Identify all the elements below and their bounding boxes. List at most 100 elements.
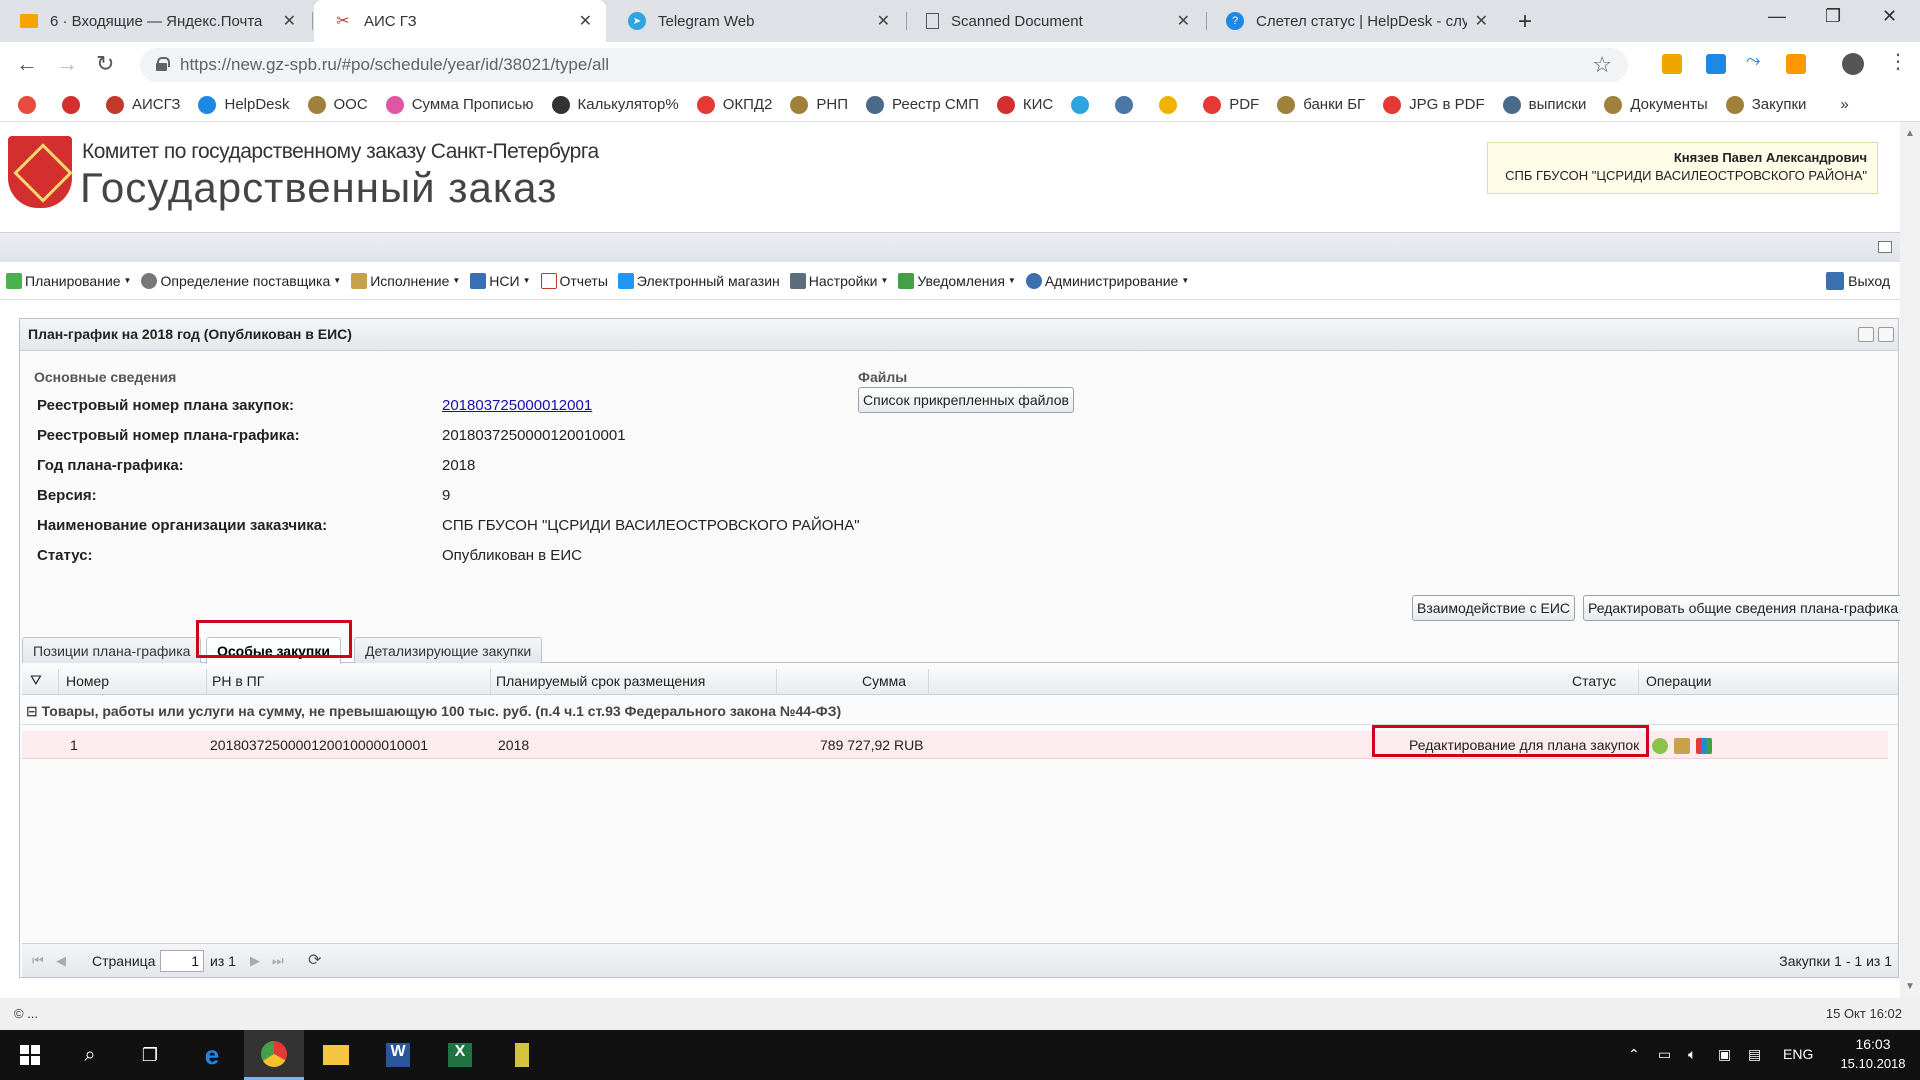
last-page-icon[interactable]: ⏭ [272,953,284,969]
windows-start-icon[interactable] [0,1030,60,1080]
column-rn[interactable]: РН в ПГ [212,673,264,689]
back-icon[interactable]: ← [16,51,38,77]
bookmark-item[interactable] [1115,95,1141,114]
logout-button[interactable]: Выход [1826,272,1890,290]
window-close-icon[interactable]: ✕ [1882,6,1897,27]
clock-date[interactable]: 15.10.2018 [1838,1056,1908,1071]
battery-icon[interactable]: ▭ [1658,1046,1671,1063]
bookmark-item[interactable]: Документы [1604,95,1708,114]
column-status[interactable]: Статус [1572,673,1616,689]
excel-icon[interactable]: X [430,1030,490,1080]
menu-admin[interactable]: Администрирование ▼ [1025,272,1189,289]
bookmark-item[interactable]: JPG в PDF [1383,95,1485,114]
network-icon[interactable]: ▣ [1718,1046,1731,1063]
word-icon[interactable]: W [368,1030,428,1080]
maximize-icon[interactable]: ❐ [1825,6,1841,27]
bookmark-item[interactable]: Калькулятор% [551,95,679,114]
extension-off-icon[interactable] [1786,54,1806,74]
menu-settings[interactable]: Настройки ▼ [789,272,888,289]
tray-chevron-icon[interactable]: ⌃ [1628,1046,1640,1063]
forward-icon[interactable]: → [56,51,78,77]
tab-detailed-purchases[interactable]: Детализирующие закупки [354,637,543,663]
chart-icon[interactable] [1696,738,1712,754]
language-indicator[interactable]: ENG [1783,1046,1813,1062]
address-bar[interactable]: https://new.gz-spb.ru/#po/schedule/year/… [140,48,1628,82]
menu-dots-icon[interactable]: ⋮ [1888,49,1908,74]
menu-reports[interactable]: Отчеты [540,272,608,289]
bookmark-item[interactable]: Закупки [1725,95,1806,114]
prev-page-icon[interactable]: ◀ [56,953,66,969]
column-sum[interactable]: Сумма [862,673,906,689]
browser-tab-helpdesk[interactable]: ? Слетел статус | HelpDesk - служ ✕ [1206,0,1502,42]
column-term[interactable]: Планируемый срок размещения [496,673,705,689]
files-list-button[interactable]: Список прикрепленных файлов [858,387,1074,413]
column-operations[interactable]: Операции [1646,673,1712,689]
refresh-panel-icon[interactable] [1878,327,1894,342]
scroll-up-icon[interactable]: ▲ [1905,128,1915,139]
close-icon[interactable]: ✕ [1177,11,1190,31]
menu-nsi[interactable]: НСИ ▼ [470,272,531,289]
bookmark-item[interactable] [1159,95,1185,114]
browser-tab-telegram[interactable]: ➤ Telegram Web ✕ [608,0,904,42]
collapse-group-icon[interactable]: ⊟ [26,703,38,719]
refresh-icon[interactable]: ⟳ [308,950,321,970]
menu-supplier[interactable]: Определение поставщика ▼ [141,272,341,289]
bookmark-item[interactable]: Реестр СМП [866,95,979,114]
eis-interaction-button[interactable]: Взаимодействие с ЕИС [1412,595,1575,621]
bookmark-item[interactable]: ОКПД2 [696,95,772,114]
task-view-icon[interactable]: ❐ [120,1030,180,1080]
clock-time[interactable]: 16:03 [1843,1036,1903,1052]
edge-icon[interactable]: e [182,1030,242,1080]
app-icon[interactable] [492,1030,552,1080]
filter-icon[interactable]: ⛛ [30,672,42,689]
reload-icon[interactable]: ↻ [96,51,114,77]
collapse-panel-icon[interactable] [1858,327,1874,342]
page-input[interactable]: 1 [160,950,204,972]
group-row[interactable]: ⊟ Товары, работы или услуги на сумму, не… [22,703,1898,725]
browser-tab-mail[interactable]: 6 · Входящие — Яндекс.Почта ✕ [0,0,310,42]
menu-eshop[interactable]: Электронный магазин [617,272,780,289]
bookmark-item[interactable]: HelpDesk [198,95,290,114]
menu-notifications[interactable]: Уведомления ▼ [898,272,1016,289]
collapse-header-icon[interactable] [1878,241,1892,253]
notification-icon[interactable]: ▤ [1748,1046,1761,1063]
bookmark-item[interactable] [18,95,44,114]
bookmark-item[interactable]: КИС [996,95,1053,114]
next-page-icon[interactable]: ▶ [250,953,260,969]
edit-icon[interactable] [1674,738,1690,754]
browser-tab-aisgz[interactable]: ✂ АИС ГЗ ✕ [314,0,606,42]
close-icon[interactable]: ✕ [1475,11,1488,31]
extension-icon[interactable] [1662,54,1682,74]
bookmark-item[interactable] [62,95,88,114]
bookmark-item[interactable]: выписки [1502,95,1586,114]
volume-icon[interactable]: 🔈︎ [1688,1046,1696,1063]
column-number[interactable]: Номер [66,673,109,689]
bookmark-item[interactable]: АИСГЗ [106,95,180,114]
chrome-icon[interactable] [244,1030,304,1080]
vertical-scrollbar[interactable]: ▲ ▼ [1900,122,1920,998]
edit-schedule-button[interactable]: Редактировать общие сведения плана-графи… [1583,595,1904,621]
close-icon[interactable]: ✕ [283,11,296,31]
bookmark-item[interactable]: PDF [1203,95,1259,114]
menu-execution[interactable]: Исполнение ▼ [351,272,460,289]
browser-tab-scanned[interactable]: Scanned Document ✕ [906,0,1204,42]
extension-on-icon[interactable] [1706,54,1726,74]
close-icon[interactable]: ✕ [579,11,592,31]
bookmark-item[interactable]: ООС [307,95,368,114]
settings-icon[interactable] [1652,738,1668,754]
menu-planning[interactable]: Планирование ▼ [6,272,131,289]
file-explorer-icon[interactable] [306,1030,366,1080]
minimize-icon[interactable]: — [1768,6,1786,27]
first-page-icon[interactable]: ⏮ [32,953,44,969]
bookmark-item[interactable]: РНП [790,95,848,114]
bookmark-item[interactable]: Сумма Прописью [385,95,534,114]
close-icon[interactable]: ✕ [877,11,890,31]
bookmark-item[interactable]: банки БГ [1277,95,1365,114]
avatar[interactable] [1842,53,1864,75]
tab-schedule-positions[interactable]: Позиции плана-графика [22,637,202,663]
more-bookmarks-icon[interactable]: » [1840,96,1848,113]
plan-number-link[interactable]: 201803725000012001 [442,397,592,414]
bookmark-item[interactable] [1071,95,1097,114]
bookmark-star-icon[interactable]: ☆ [1592,52,1612,78]
search-icon[interactable]: ⌕ [60,1030,120,1080]
